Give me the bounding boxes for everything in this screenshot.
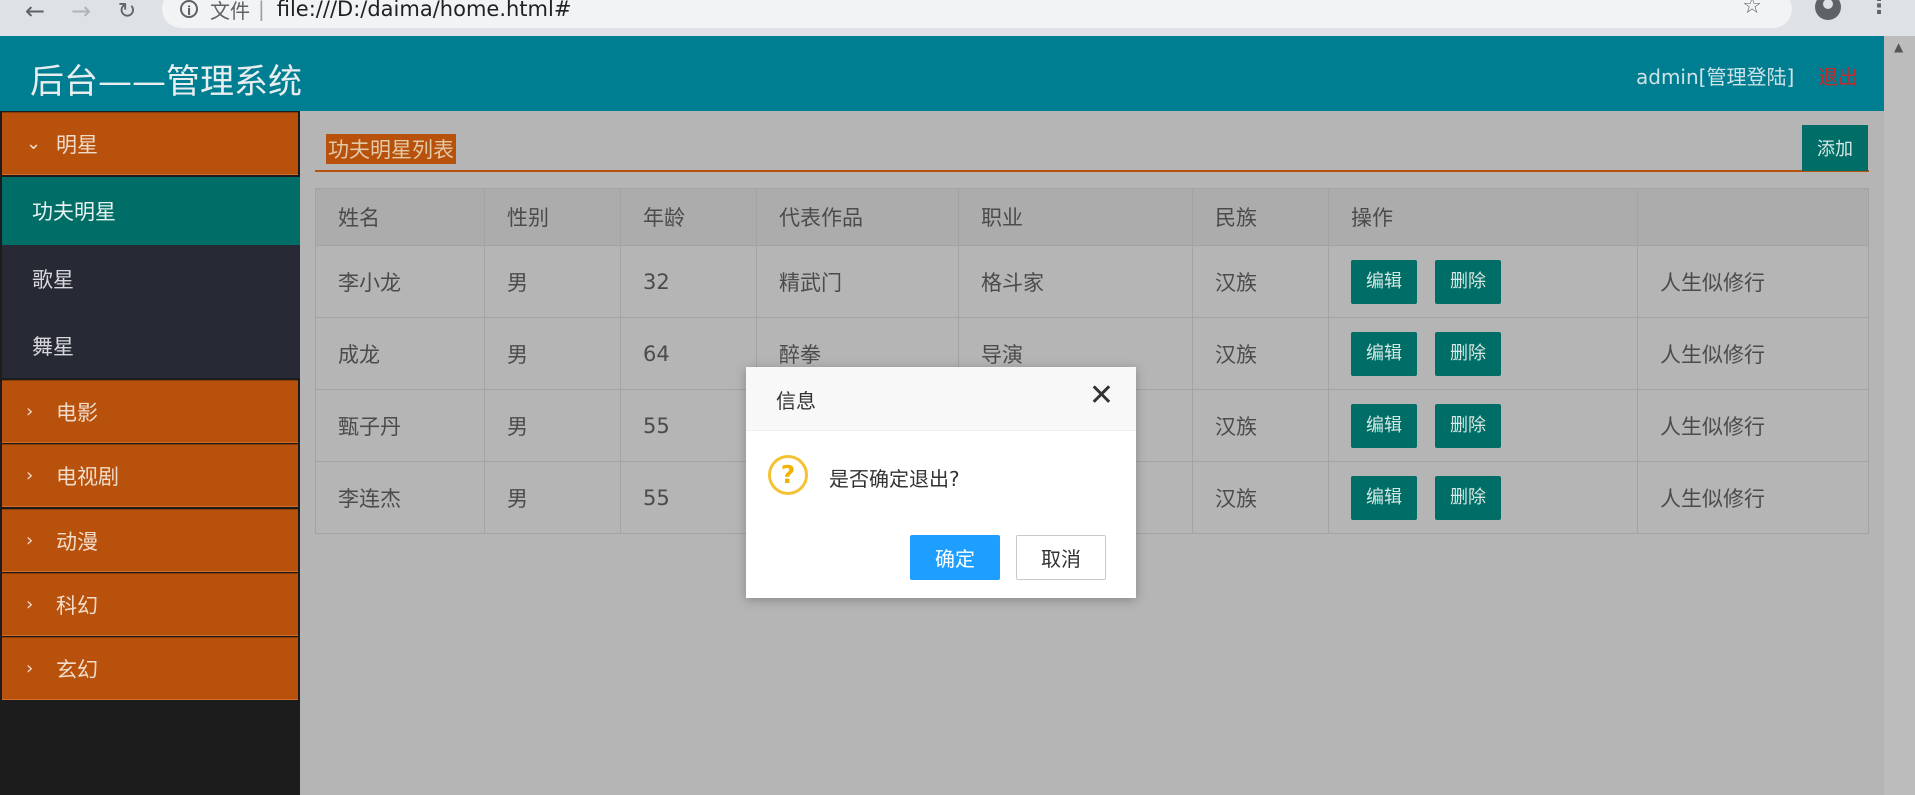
bookmark-star-icon[interactable]: ☆ <box>1742 0 1762 19</box>
logout-link[interactable]: 退出 <box>1818 61 1858 90</box>
info-icon[interactable]: i <box>180 0 198 18</box>
reload-icon[interactable]: ↻ <box>112 0 142 24</box>
sidebar-group-label: 电影 <box>56 400 98 425</box>
cell-ethnicity: 汉族 <box>1192 461 1329 534</box>
dialog-message: 是否确定退出? <box>829 467 960 491</box>
cell-motto: 人生似修行 <box>1637 245 1869 318</box>
sidebar-item-kungfu-stars[interactable]: 功夫明星 <box>2 177 300 245</box>
cell-ethnicity: 汉族 <box>1192 245 1329 318</box>
column-header <box>1637 188 1869 246</box>
sidebar-item-dancers[interactable]: 舞星 <box>2 313 300 378</box>
cell-name: 李连杰 <box>315 461 485 534</box>
chevron-right-icon: › <box>26 530 34 551</box>
edit-button[interactable]: 编辑 <box>1351 331 1417 376</box>
chevron-right-icon: › <box>26 401 34 422</box>
cell-age: 55 <box>620 389 757 462</box>
address-bar[interactable]: i 文件 | file:///D:/daima/home.html# ☆ <box>162 0 1792 28</box>
cell-gender: 男 <box>484 461 621 534</box>
scroll-up-icon[interactable]: ▲ <box>1894 40 1903 54</box>
cell-actions: 编辑 删除 <box>1328 461 1638 534</box>
sidebar-group-stars[interactable]: ⌄ 明星 <box>2 112 298 175</box>
edit-button[interactable]: 编辑 <box>1351 403 1417 448</box>
column-header: 代表作品 <box>756 188 959 246</box>
delete-button[interactable]: 删除 <box>1435 475 1501 520</box>
cell-name: 甄子丹 <box>315 389 485 462</box>
scheme-label: 文件 <box>210 0 250 23</box>
back-icon[interactable]: ← <box>20 0 50 25</box>
column-header: 年龄 <box>620 188 757 246</box>
column-header: 操作 <box>1328 188 1638 246</box>
cell-actions: 编辑 删除 <box>1328 245 1638 318</box>
delete-button[interactable]: 删除 <box>1435 331 1501 376</box>
cell-ethnicity: 汉族 <box>1192 389 1329 462</box>
sidebar-group-scifi[interactable]: › 科幻 <box>2 573 298 636</box>
edit-button[interactable]: 编辑 <box>1351 259 1417 304</box>
app-header: 后台——管理系统 admin[管理登陆] 退出 <box>0 36 1884 111</box>
cell-gender: 男 <box>484 245 621 318</box>
page-scrollbar[interactable] <box>1884 36 1915 795</box>
menu-kebab-icon[interactable]: ⋮ <box>1868 0 1890 19</box>
cell-motto: 人生似修行 <box>1637 461 1869 534</box>
delete-button[interactable]: 删除 <box>1435 403 1501 448</box>
column-header: 民族 <box>1192 188 1329 246</box>
sidebar-group-movies[interactable]: › 电影 <box>2 380 298 443</box>
cell-motto: 人生似修行 <box>1637 317 1869 390</box>
sidebar-group-label: 电视剧 <box>56 464 119 489</box>
table-row: 李小龙 男 32 精武门 格斗家 汉族 编辑 删除 人生似修行 <box>315 245 1869 318</box>
address-separator: | <box>258 0 265 21</box>
user-info: admin[管理登陆] <box>1636 65 1795 89</box>
confirm-dialog: 信息 ✕ ? 是否确定退出? 确定 取消 <box>746 367 1136 598</box>
sidebar: ⌄ 明星 功夫明星 歌星 舞星 › 电影 › 电视剧 › 动漫 › 科幻 › 玄… <box>0 111 300 795</box>
cell-occupation: 格斗家 <box>958 245 1193 318</box>
column-header: 职业 <box>958 188 1193 246</box>
cancel-button[interactable]: 取消 <box>1016 535 1106 580</box>
account-icon[interactable] <box>1815 0 1841 20</box>
question-icon: ? <box>768 455 808 495</box>
confirm-button[interactable]: 确定 <box>910 535 1000 580</box>
sidebar-group-label: 玄幻 <box>56 657 98 682</box>
sidebar-group-label: 动漫 <box>56 529 98 554</box>
forward-icon[interactable]: → <box>66 0 96 25</box>
delete-button[interactable]: 删除 <box>1435 259 1501 304</box>
cell-actions: 编辑 删除 <box>1328 389 1638 462</box>
browser-toolbar: ← → ↻ i 文件 | file:///D:/daima/home.html#… <box>0 0 1915 36</box>
app-title: 后台——管理系统 <box>30 62 302 102</box>
page-title: 功夫明星列表 <box>326 134 456 164</box>
heading-divider <box>315 170 1869 172</box>
cell-age: 32 <box>620 245 757 318</box>
column-header: 性别 <box>484 188 621 246</box>
table-header-row: 姓名 性别 年龄 代表作品 职业 民族 操作 <box>315 188 1869 246</box>
sidebar-group-label: 明星 <box>56 132 98 157</box>
chevron-right-icon: › <box>26 594 34 615</box>
cell-gender: 男 <box>484 389 621 462</box>
sidebar-group-anime[interactable]: › 动漫 <box>2 509 298 572</box>
close-icon[interactable]: ✕ <box>1089 381 1114 411</box>
chevron-down-icon: ⌄ <box>26 133 42 154</box>
sidebar-item-singers[interactable]: 歌星 <box>2 245 300 313</box>
column-header: 姓名 <box>315 188 485 246</box>
dialog-header: 信息 ✕ <box>746 367 1136 431</box>
cell-ethnicity: 汉族 <box>1192 317 1329 390</box>
chevron-right-icon: › <box>26 465 34 486</box>
cell-age: 55 <box>620 461 757 534</box>
dialog-title: 信息 <box>776 389 816 413</box>
cell-work: 精武门 <box>756 245 959 318</box>
cell-actions: 编辑 删除 <box>1328 317 1638 390</box>
sidebar-group-fantasy[interactable]: › 玄幻 <box>2 637 298 700</box>
cell-age: 64 <box>620 317 757 390</box>
url-text[interactable]: file:///D:/daima/home.html# <box>277 0 572 21</box>
cell-name: 李小龙 <box>315 245 485 318</box>
add-button[interactable]: 添加 <box>1802 125 1868 171</box>
sidebar-group-label: 科幻 <box>56 593 98 618</box>
edit-button[interactable]: 编辑 <box>1351 475 1417 520</box>
sidebar-group-tv-series[interactable]: › 电视剧 <box>2 444 298 507</box>
cell-name: 成龙 <box>315 317 485 390</box>
cell-motto: 人生似修行 <box>1637 389 1869 462</box>
cell-gender: 男 <box>484 317 621 390</box>
chevron-right-icon: › <box>26 658 34 679</box>
